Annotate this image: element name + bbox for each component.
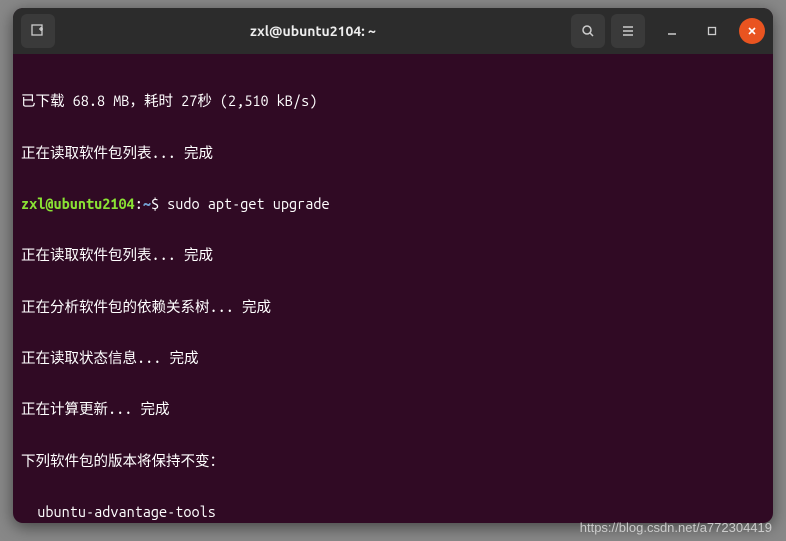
maximize-button[interactable] [699, 18, 725, 44]
command-text: sudo apt-get upgrade [159, 195, 330, 212]
hamburger-icon [621, 24, 635, 38]
titlebar: zxl@ubuntu2104: ~ [13, 8, 773, 54]
output-line: 正在计算更新... 完成 [21, 400, 765, 417]
minimize-button[interactable] [659, 18, 685, 44]
close-icon [747, 26, 757, 36]
close-button[interactable] [739, 18, 765, 44]
output-line: 已下载 68.8 MB，耗时 27秒 (2,510 kB/s) [21, 92, 765, 109]
output-line: 下列软件包的版本将保持不变： [21, 452, 765, 469]
prompt-colon: : [135, 195, 143, 212]
prompt-user-host: zxl@ubuntu2104 [21, 195, 135, 212]
search-icon [581, 24, 595, 38]
minimize-icon [667, 26, 677, 36]
prompt-line: zxl@ubuntu2104:~$ sudo apt-get upgrade [21, 195, 765, 212]
maximize-icon [707, 26, 717, 36]
output-line: 正在读取状态信息... 完成 [21, 349, 765, 366]
terminal-body[interactable]: 已下载 68.8 MB，耗时 27秒 (2,510 kB/s) 正在读取软件包列… [13, 54, 773, 523]
prompt-path: ~ [143, 195, 151, 212]
titlebar-right [571, 14, 765, 48]
output-line: 正在读取软件包列表... 完成 [21, 144, 765, 161]
prompt-dollar: $ [151, 195, 159, 212]
search-button[interactable] [571, 14, 605, 48]
output-line: ubuntu-advantage-tools [21, 503, 765, 520]
terminal-window: zxl@ubuntu2104: ~ 已下载 68.8 MB，耗时 27秒 (2,… [13, 8, 773, 523]
new-tab-button[interactable] [21, 14, 55, 48]
output-line: 正在分析软件包的依赖关系树... 完成 [21, 298, 765, 315]
window-title: zxl@ubuntu2104: ~ [61, 23, 565, 39]
output-line: 正在读取软件包列表... 完成 [21, 246, 765, 263]
menu-button[interactable] [611, 14, 645, 48]
new-tab-icon [31, 24, 45, 38]
